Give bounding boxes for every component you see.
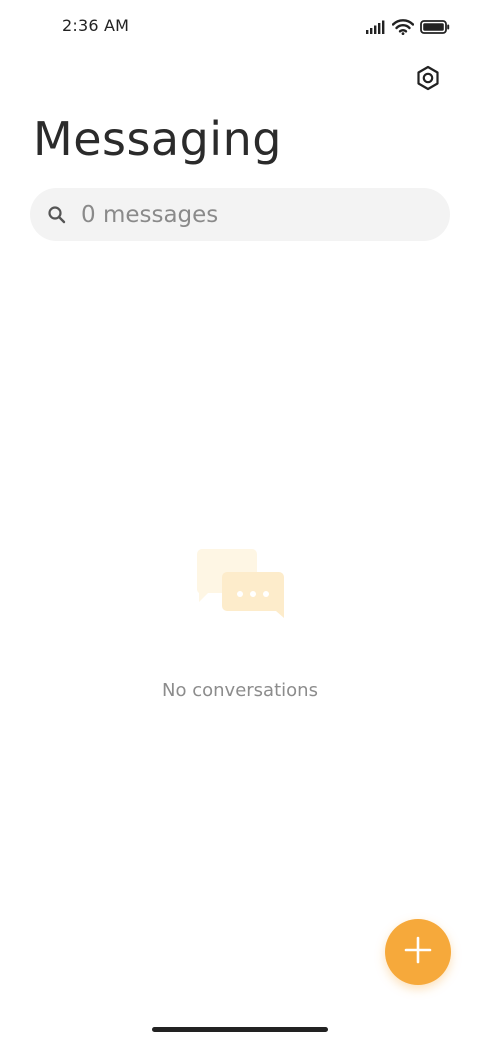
search-input[interactable] [81, 201, 421, 228]
empty-state-text: No conversations [162, 680, 318, 701]
page-title: Messaging [33, 112, 282, 166]
search-icon [46, 204, 68, 226]
new-conversation-button[interactable] [385, 919, 451, 985]
chat-bubbles-icon [196, 548, 286, 628]
status-time: 2:36 AM [62, 16, 130, 35]
signal-icon [366, 20, 386, 34]
status-bar: 2:36 AM [0, 0, 480, 52]
wifi-icon [392, 19, 414, 35]
home-indicator[interactable] [152, 1027, 328, 1032]
plus-icon [404, 936, 432, 968]
status-icons [366, 17, 450, 37]
settings-button[interactable] [410, 62, 446, 98]
battery-icon [420, 20, 450, 34]
search-bar[interactable] [30, 188, 450, 241]
gear-icon [415, 65, 441, 95]
